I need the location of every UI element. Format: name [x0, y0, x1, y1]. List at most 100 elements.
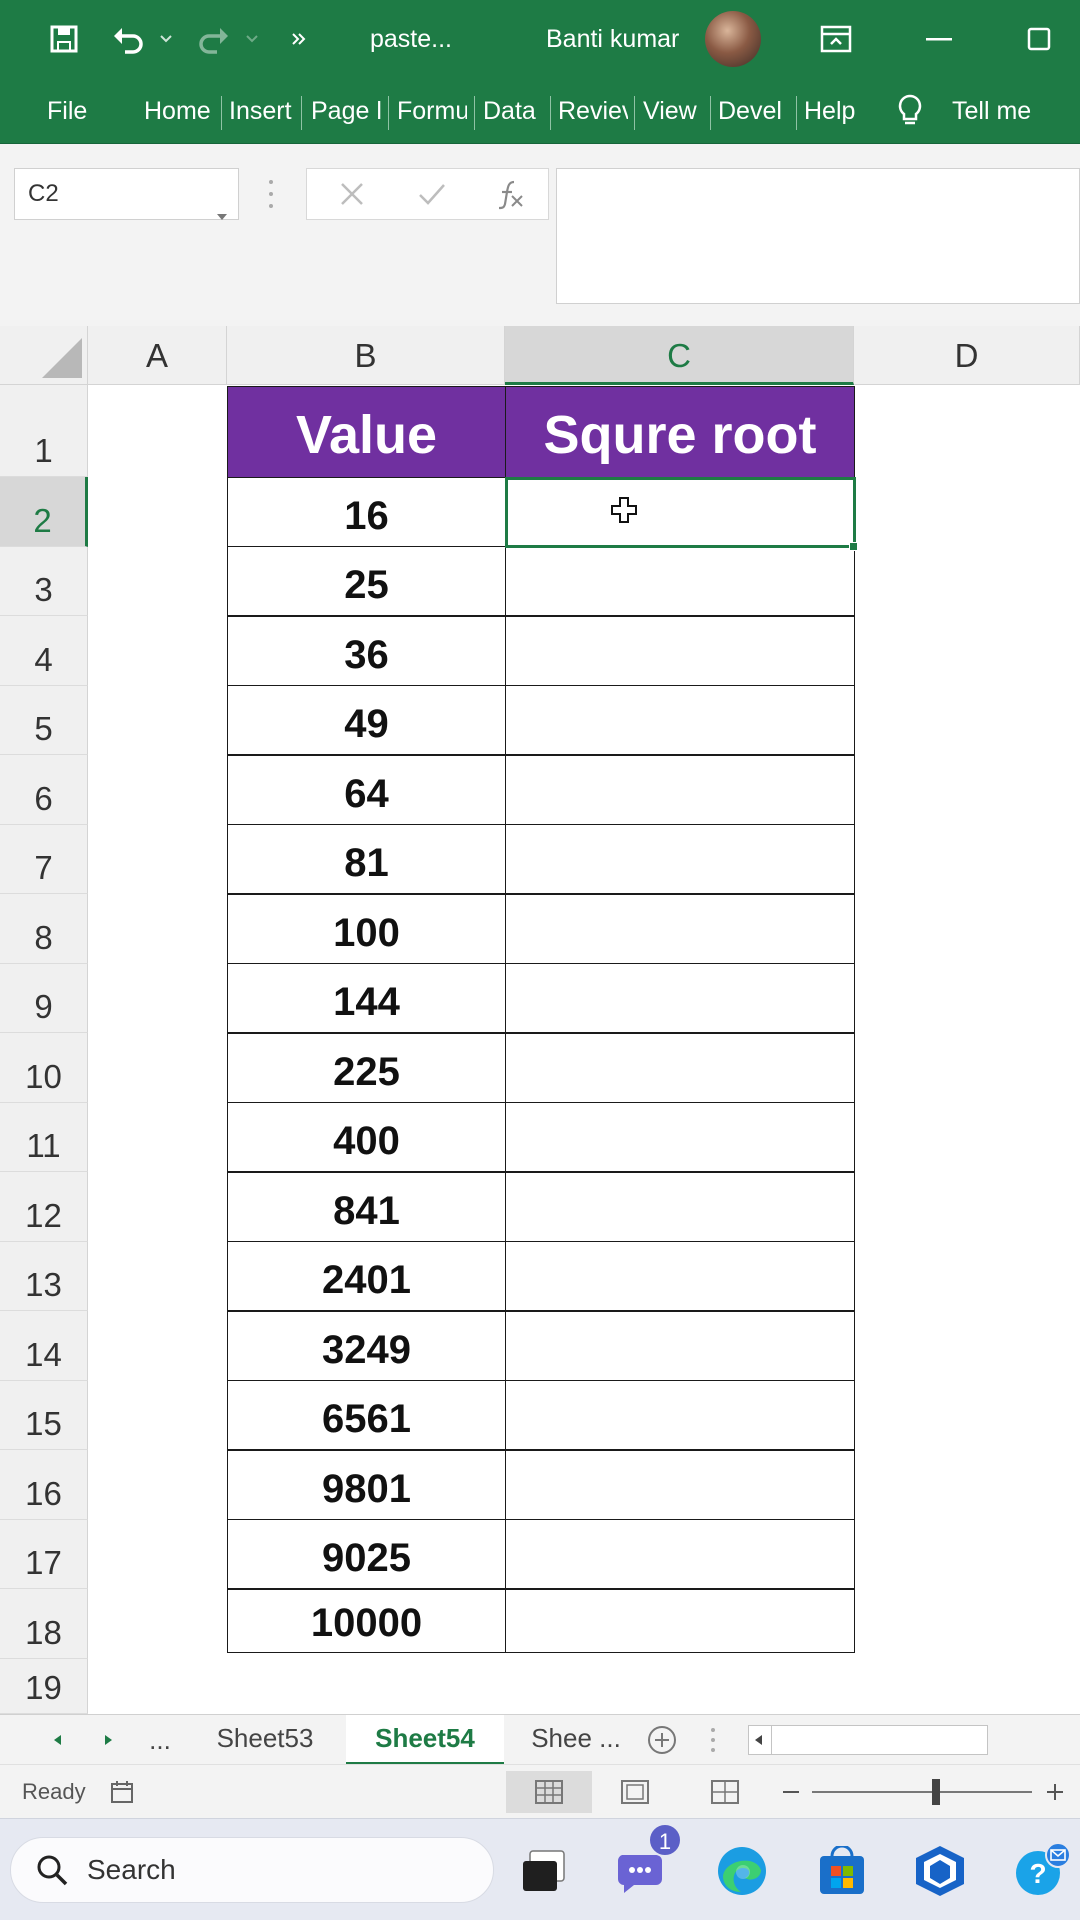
redo-dropdown-icon[interactable] — [242, 0, 262, 78]
row-header[interactable]: 14 — [0, 1311, 88, 1381]
tab-view[interactable]: View — [643, 78, 703, 144]
customize-toolbar-icon[interactable] — [286, 0, 312, 78]
tab-data[interactable]: Data — [483, 78, 543, 144]
drag-handle-icon[interactable] — [268, 178, 274, 210]
table-cell-square-root[interactable] — [505, 1102, 855, 1172]
row-header[interactable]: 6 — [0, 755, 88, 825]
header-cell-square-root[interactable]: Squre root — [505, 386, 855, 478]
table-cell-value[interactable]: 144 — [227, 963, 506, 1033]
ribbon-display-options-icon[interactable] — [818, 0, 854, 78]
table-cell-value[interactable]: 225 — [227, 1033, 506, 1103]
table-cell-value[interactable]: 6561 — [227, 1380, 506, 1450]
table-cell-square-root[interactable] — [505, 1311, 855, 1381]
row-header[interactable]: 12 — [0, 1172, 88, 1242]
row-header[interactable]: 19 — [0, 1659, 88, 1714]
active-cell-selection[interactable] — [505, 477, 856, 548]
table-cell-square-root[interactable] — [505, 1172, 855, 1242]
table-cell-value[interactable]: 841 — [227, 1172, 506, 1242]
table-cell-square-root[interactable] — [505, 685, 855, 755]
minimize-icon[interactable] — [924, 0, 954, 78]
tab-review[interactable]: Reviev — [558, 78, 628, 144]
store-icon[interactable] — [812, 1841, 872, 1901]
row-header[interactable]: 8 — [0, 894, 88, 964]
table-cell-value[interactable]: 49 — [227, 685, 506, 755]
scroll-right-icon[interactable] — [96, 1715, 122, 1765]
sheet-tab-next[interactable]: Shee ... — [516, 1715, 636, 1765]
row-header[interactable]: 2 — [0, 477, 88, 547]
fill-handle[interactable] — [849, 542, 858, 551]
table-cell-square-root[interactable] — [505, 824, 855, 894]
table-cell-value[interactable]: 400 — [227, 1102, 506, 1172]
column-header-a[interactable]: A — [88, 326, 227, 385]
tab-help[interactable]: Help — [804, 78, 866, 144]
row-header[interactable]: 16 — [0, 1450, 88, 1520]
formula-input[interactable] — [556, 168, 1080, 304]
page-layout-view-button[interactable] — [592, 1771, 678, 1813]
table-cell-square-root[interactable] — [505, 963, 855, 1033]
tab-developer[interactable]: Devel — [718, 78, 788, 144]
row-header[interactable]: 5 — [0, 686, 88, 755]
table-cell-value[interactable]: 2401 — [227, 1241, 506, 1311]
tell-me-search[interactable]: Tell me — [952, 78, 1052, 144]
enter-check-icon[interactable] — [407, 169, 457, 219]
document-title[interactable]: paste... — [370, 0, 452, 78]
table-cell-value[interactable]: 36 — [227, 616, 506, 686]
row-header[interactable]: 4 — [0, 616, 88, 686]
zoom-out-icon[interactable] — [776, 1771, 806, 1813]
task-view-icon[interactable] — [514, 1841, 574, 1901]
redo-icon[interactable] — [194, 0, 234, 78]
lightbulb-icon[interactable] — [892, 78, 928, 144]
row-header[interactable]: 18 — [0, 1589, 88, 1659]
column-header-d[interactable]: D — [854, 326, 1080, 385]
row-header[interactable]: 3 — [0, 547, 88, 616]
tab-insert[interactable]: Insert — [229, 78, 295, 144]
table-cell-square-root[interactable] — [505, 894, 855, 964]
user-name[interactable]: Banti kumar — [546, 0, 679, 78]
add-sheet-icon[interactable] — [642, 1715, 682, 1765]
row-header[interactable]: 10 — [0, 1033, 88, 1103]
table-cell-square-root[interactable] — [505, 1033, 855, 1103]
table-cell-square-root[interactable] — [505, 755, 855, 825]
table-cell-square-root[interactable] — [505, 1519, 855, 1589]
avatar[interactable] — [705, 11, 761, 67]
tab-page-layout[interactable]: Page l — [311, 78, 383, 144]
row-header[interactable]: 11 — [0, 1103, 88, 1172]
row-header[interactable]: 13 — [0, 1242, 88, 1311]
table-cell-value[interactable]: 16 — [227, 477, 506, 547]
app-shield-icon[interactable] — [910, 1841, 970, 1901]
table-cell-value[interactable]: 3249 — [227, 1311, 506, 1381]
undo-icon[interactable] — [108, 0, 148, 78]
header-cell-value[interactable]: Value — [227, 386, 506, 478]
row-header[interactable]: 7 — [0, 825, 88, 894]
sheet-overflow[interactable]: ... — [140, 1715, 180, 1765]
tab-formulas[interactable]: Formu — [397, 78, 467, 144]
table-cell-square-root[interactable] — [505, 1450, 855, 1520]
zoom-slider-thumb[interactable] — [932, 1779, 940, 1805]
scroll-left-icon[interactable] — [44, 1715, 70, 1765]
column-header-c[interactable]: C — [505, 326, 854, 385]
page-break-preview-button[interactable] — [682, 1771, 768, 1813]
cancel-icon[interactable] — [327, 169, 377, 219]
drag-handle-icon[interactable] — [710, 1727, 716, 1753]
scroll-left-arrow-icon[interactable] — [753, 1734, 763, 1746]
table-cell-value[interactable]: 25 — [227, 546, 506, 616]
zoom-slider-track[interactable] — [812, 1791, 1032, 1793]
accessibility-icon[interactable] — [100, 1771, 144, 1813]
table-cell-square-root[interactable] — [505, 1380, 855, 1450]
table-cell-value[interactable]: 10000 — [227, 1589, 506, 1653]
horizontal-scrollbar[interactable] — [748, 1725, 988, 1755]
chat-icon[interactable]: 1 — [612, 1823, 682, 1901]
edge-browser-icon[interactable] — [712, 1841, 772, 1901]
chevron-down-icon[interactable] — [216, 189, 228, 239]
tab-home[interactable]: Home — [144, 78, 214, 144]
tab-file[interactable]: File — [47, 78, 107, 144]
table-cell-value[interactable]: 81 — [227, 824, 506, 894]
zoom-in-icon[interactable] — [1040, 1771, 1070, 1813]
table-cell-square-root[interactable] — [505, 1589, 855, 1653]
table-cell-square-root[interactable] — [505, 546, 855, 616]
column-header-b[interactable]: B — [227, 326, 505, 385]
maximize-icon[interactable] — [1024, 0, 1054, 78]
table-cell-value[interactable]: 9801 — [227, 1450, 506, 1520]
normal-view-button[interactable] — [506, 1771, 592, 1813]
table-cell-value[interactable]: 100 — [227, 894, 506, 964]
